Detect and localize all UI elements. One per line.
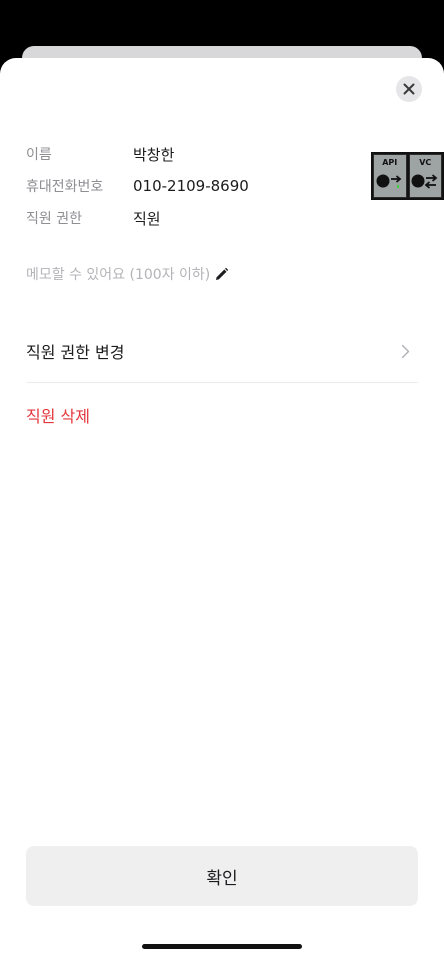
api-label: API xyxy=(382,158,398,167)
phone-value: 010-2109-8690 xyxy=(133,177,249,195)
change-role-button[interactable]: 직원 권한 변경 xyxy=(26,331,418,371)
api-toggle[interactable]: API xyxy=(373,154,407,198)
info-row-role: 직원 권한 직원 xyxy=(26,207,161,229)
name-label: 이름 xyxy=(26,147,52,163)
info-row-phone: 휴대전화번호 010-2109-8690 xyxy=(26,175,249,197)
memo-field[interactable]: 메모할 수 있어요 (100자 이하) xyxy=(26,263,229,285)
phone-label: 휴대전화번호 xyxy=(26,179,104,195)
role-value: 직원 xyxy=(133,209,161,228)
close-icon xyxy=(403,83,415,95)
debug-overlay[interactable]: API VC xyxy=(371,152,444,200)
close-button[interactable] xyxy=(396,76,422,102)
chevron-right-icon xyxy=(401,344,410,359)
vc-status-icon xyxy=(411,174,438,189)
api-status-icon xyxy=(376,174,402,188)
home-indicator xyxy=(142,944,302,949)
role-label: 직원 권한 xyxy=(26,211,82,227)
confirm-button[interactable]: 확인 xyxy=(26,846,418,906)
pencil-icon[interactable] xyxy=(214,267,229,282)
vc-toggle[interactable]: VC xyxy=(408,154,442,198)
info-row-name: 이름 박창한 xyxy=(26,143,174,165)
name-value: 박창한 xyxy=(133,145,175,164)
change-role-label: 직원 권한 변경 xyxy=(26,343,125,362)
vc-label: VC xyxy=(419,158,432,167)
divider xyxy=(26,382,418,383)
memo-placeholder: 메모할 수 있어요 (100자 이하) xyxy=(26,267,211,283)
delete-employee-button[interactable]: 직원 삭제 xyxy=(26,402,90,428)
